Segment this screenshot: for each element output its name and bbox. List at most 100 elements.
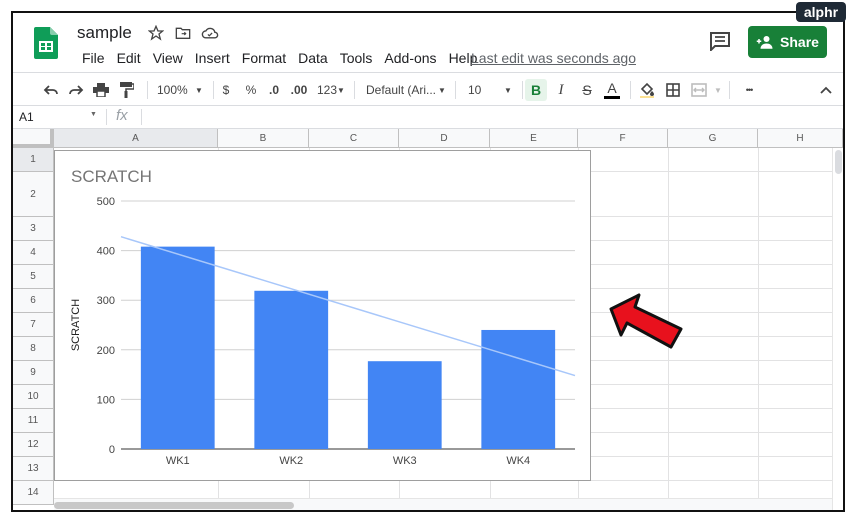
column-header-d[interactable]: D	[399, 129, 490, 148]
formula-divider	[141, 109, 142, 125]
undo-icon[interactable]	[41, 73, 61, 107]
row-header-9[interactable]: 9	[13, 361, 54, 385]
column-header-e[interactable]: E	[490, 129, 578, 148]
font-size-dropdown-icon[interactable]: ▼	[503, 73, 513, 107]
decrease-decimal-button[interactable]: .0	[266, 73, 282, 107]
font-dropdown-icon[interactable]: ▼	[437, 73, 447, 107]
bar	[254, 290, 329, 449]
row-header-2[interactable]: 2	[13, 172, 54, 217]
toolbar-divider	[147, 81, 148, 99]
merge-cells-icon[interactable]	[689, 73, 709, 107]
row-header-8[interactable]: 8	[13, 337, 54, 361]
column-header-h[interactable]: H	[758, 129, 843, 148]
redo-icon[interactable]	[66, 73, 86, 107]
share-label: Share	[780, 34, 819, 50]
x-tick-label: WK1	[166, 455, 190, 467]
name-box-value: A1	[19, 110, 34, 124]
row-header-13[interactable]: 13	[13, 457, 54, 481]
row-header-6[interactable]: 6	[13, 289, 54, 313]
y-tick-label: 200	[97, 345, 115, 357]
x-tick-label: WK2	[279, 455, 303, 467]
embedded-chart[interactable]: SCRATCH 0 100 200 300 400 500 SCRATCH WK1 WK2 WK3…	[54, 150, 591, 481]
fill-color-icon[interactable]	[637, 73, 657, 107]
bold-button[interactable]: B	[525, 79, 547, 101]
menu-add-ons[interactable]: Add-ons	[378, 48, 442, 68]
zoom-value: 100%	[157, 83, 188, 97]
red-pointer-arrow	[609, 293, 683, 349]
font-select[interactable]: Default (Ari...	[366, 73, 438, 107]
column-header-f[interactable]: F	[578, 129, 668, 148]
y-axis-label: SCRATCH	[70, 299, 82, 351]
bar	[140, 246, 215, 449]
column-header-a[interactable]: A	[54, 129, 218, 148]
paint-format-icon[interactable]	[117, 73, 137, 107]
row-header-4[interactable]: 4	[13, 241, 54, 265]
zoom-dropdown-icon[interactable]: ▼	[193, 73, 205, 107]
grid-line	[758, 148, 759, 510]
currency-button[interactable]: $	[219, 73, 233, 107]
vertical-scroll-thumb[interactable]	[835, 150, 842, 174]
row-header-11[interactable]: 11	[13, 409, 54, 433]
more-formats-dropdown-icon[interactable]: ▼	[336, 73, 346, 107]
app-window: sample File Edit View Insert Format Data…	[11, 11, 845, 512]
bar	[481, 329, 556, 449]
column-header-c[interactable]: C	[309, 129, 399, 148]
row-header-10[interactable]: 10	[13, 385, 54, 409]
name-box-dropdown-icon[interactable]: ▼	[90, 111, 97, 118]
horizontal-scrollbar[interactable]	[54, 498, 832, 510]
horizontal-scroll-thumb[interactable]	[54, 502, 294, 509]
collapse-toolbar-icon[interactable]	[816, 73, 836, 107]
y-tick-label: 500	[97, 196, 115, 208]
menu-insert[interactable]: Insert	[189, 48, 236, 68]
vertical-scrollbar[interactable]	[832, 148, 843, 510]
increase-decimal-button[interactable]: .00	[287, 73, 311, 107]
row-header-3[interactable]: 3	[13, 217, 54, 241]
menu-file[interactable]: File	[76, 48, 111, 68]
italic-button[interactable]: I	[551, 73, 571, 107]
y-tick-label: 100	[97, 394, 115, 406]
row-header-1[interactable]: 1	[13, 148, 54, 172]
font-value: Default (Ari...	[366, 83, 437, 97]
menu-format[interactable]: Format	[236, 48, 292, 68]
star-icon[interactable]	[147, 24, 165, 42]
row-header-5[interactable]: 5	[13, 265, 54, 289]
chart-plot: 0 100 200 300 400 500 SCRATCH WK1 WK2 WK3 WK4	[70, 196, 576, 467]
text-color-button[interactable]: A	[602, 73, 622, 107]
menu-edit[interactable]: Edit	[111, 48, 147, 68]
merge-dropdown-icon[interactable]: ▼	[712, 73, 724, 107]
spreadsheet-grid[interactable]: A B C D E F G H 1 2 3 4 5 6 7 8 9 10 11 …	[13, 129, 843, 510]
comment-history-icon[interactable]	[709, 31, 731, 51]
row-header-12[interactable]: 12	[13, 433, 54, 457]
last-edit-link[interactable]: Last edit was seconds ago	[471, 48, 636, 68]
move-to-folder-icon[interactable]	[174, 24, 192, 42]
select-all-corner[interactable]	[13, 129, 54, 148]
borders-icon[interactable]	[663, 73, 683, 107]
document-title[interactable]: sample	[77, 23, 132, 43]
toolbar: 100% ▼ $ % .0 .00 123 ▼ Default (Ari... …	[13, 72, 843, 106]
print-icon[interactable]	[91, 73, 111, 107]
fx-icon: fx	[116, 107, 128, 124]
toolbar-divider	[354, 81, 355, 99]
percent-button[interactable]: %	[243, 73, 259, 107]
menu-data[interactable]: Data	[292, 48, 334, 68]
y-tick-label: 300	[97, 295, 115, 307]
strikethrough-button[interactable]: S	[577, 73, 597, 107]
column-header-b[interactable]: B	[218, 129, 309, 148]
menu-bar: File Edit View Insert Format Data Tools …	[76, 48, 483, 68]
sheets-logo-icon[interactable]	[34, 27, 58, 59]
row-header-14[interactable]: 14	[13, 481, 54, 505]
formula-input[interactable]	[145, 108, 835, 126]
menu-tools[interactable]: Tools	[334, 48, 379, 68]
text-color-swatch	[604, 96, 620, 99]
more-options-icon[interactable]: •••	[738, 73, 760, 107]
cloud-status-icon[interactable]	[201, 24, 219, 42]
formula-divider	[106, 109, 107, 125]
font-size-select[interactable]: 10	[468, 73, 488, 107]
column-header-g[interactable]: G	[668, 129, 758, 148]
row-header-7[interactable]: 7	[13, 313, 54, 337]
name-box[interactable]: A1 ▼	[19, 110, 101, 124]
text-color-letter: A	[607, 80, 617, 96]
menu-view[interactable]: View	[147, 48, 189, 68]
y-tick-label: 400	[97, 246, 115, 258]
share-button[interactable]: Share	[748, 26, 827, 58]
